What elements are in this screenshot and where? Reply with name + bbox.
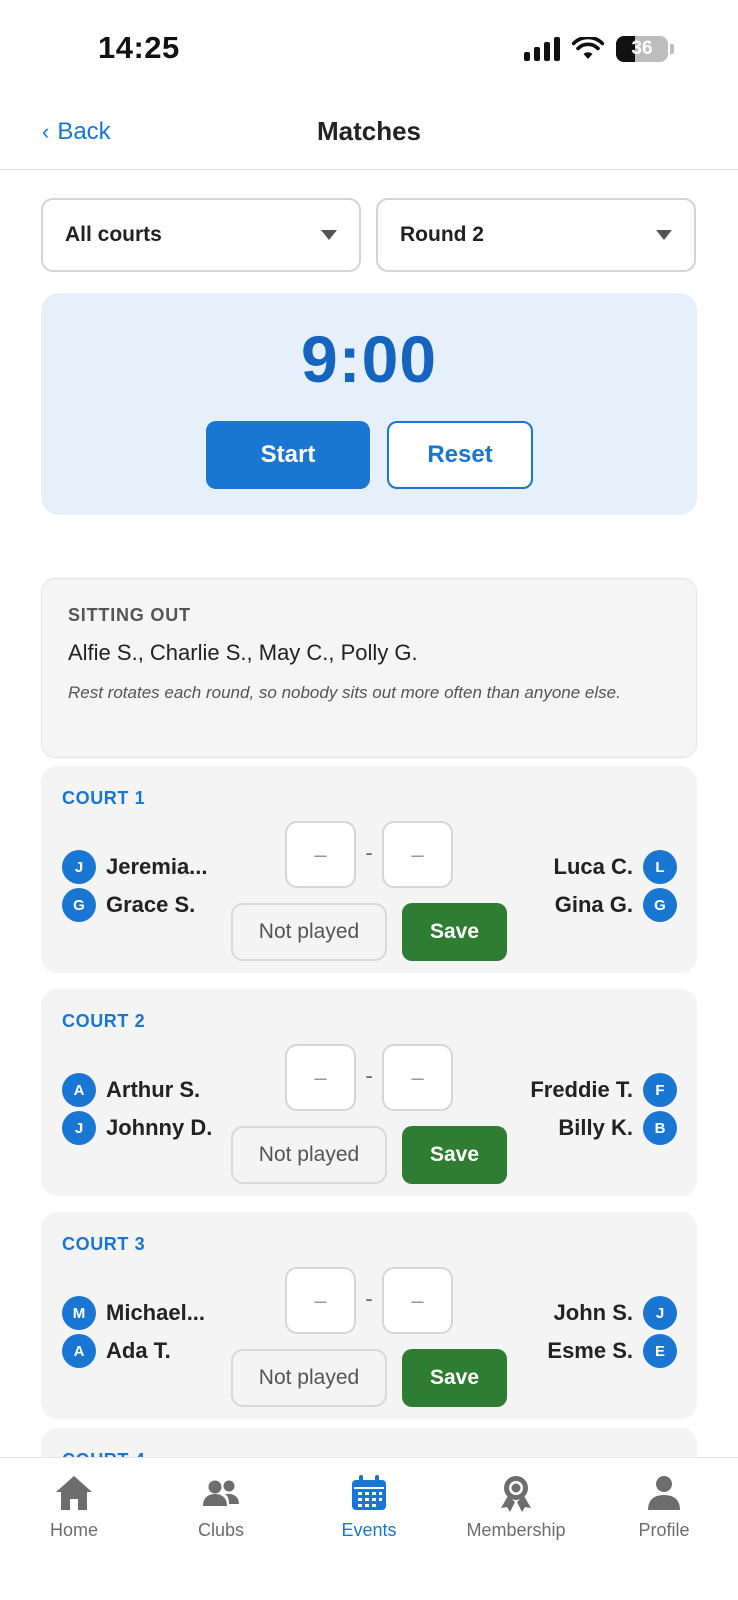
player-name: Grace S. [106,892,196,917]
tab-clubs[interactable]: Clubs [147,1472,295,1541]
score-input-team-b[interactable]: – [382,1044,453,1111]
court-title: COURT 2 [62,1011,146,1031]
player-left-1: J Jeremia... [62,850,208,884]
avatar: B [643,1111,677,1145]
score-input-team-a[interactable]: – [285,821,356,888]
nav-header: ‹ Back Matches [0,96,738,170]
player-name: John S. [553,1300,633,1325]
start-button[interactable]: Start [206,421,370,489]
tab-label: Events [341,1520,397,1540]
avatar: G [62,888,96,922]
player-name: Billy K. [558,1115,633,1140]
court-title: COURT 3 [62,1234,146,1254]
player-right-1: Luca C. L [554,850,677,884]
avatar: J [643,1296,677,1330]
tab-label: Profile [638,1520,690,1540]
player-name: Esme S. [547,1338,633,1363]
battery-icon: 36 [616,36,668,62]
timer-display: 9:00 [300,322,438,396]
avatar: G [643,888,677,922]
calendar-icon [352,1475,386,1510]
save-button[interactable]: Save [402,1349,507,1407]
court-title: COURT 1 [62,788,146,808]
person-icon [648,1476,680,1510]
people-icon [203,1480,239,1506]
status-time: 14:25 [98,30,180,65]
award-icon [501,1476,531,1512]
player-left-2: A Ada T. [62,1334,171,1368]
status-bar: 14:25 36 [0,0,738,96]
court-card: COURT 3 M Michael... A Ada T. – - – John… [41,1212,697,1419]
tab-label: Membership [466,1520,566,1540]
player-name: Arthur S. [106,1077,201,1102]
player-right-1: John S. J [554,1296,677,1330]
player-name: Jeremia... [106,854,208,879]
player-left-2: G Grace S. [62,888,195,922]
home-icon [56,1476,92,1510]
sitting-out-note: Rest rotates each round, so nobody sits … [68,683,621,702]
court-filter-value: All courts [65,223,162,246]
cellular-signal-icon [524,37,560,61]
avatar: J [62,1111,96,1145]
avatar: M [62,1296,96,1330]
avatar: A [62,1073,96,1107]
battery-level: 36 [631,38,653,59]
court-card: COURT 2 A Arthur S. J Johnny D. – - – Fr… [41,989,697,1196]
court-filter-select[interactable]: All courts [41,198,361,272]
sitting-out-names: Alfie S., Charlie S., May C., Polly G. [68,640,418,665]
tab-events[interactable]: Events [295,1472,443,1541]
tab-membership[interactable]: Membership [442,1472,590,1541]
player-left-2: J Johnny D. [62,1111,212,1145]
player-right-2: Esme S. E [547,1334,677,1368]
tab-label: Home [49,1520,98,1540]
caret-down-icon [656,230,672,240]
not-played-button[interactable]: Not played [231,903,387,961]
avatar: L [643,850,677,884]
player-name: Gina G. [554,892,633,917]
tab-home[interactable]: Home [0,1472,148,1541]
sitting-out-heading: SITTING OUT [68,605,191,625]
reset-button[interactable]: Reset [387,421,533,489]
avatar: E [643,1334,677,1368]
tab-label: Clubs [197,1520,245,1540]
score-separator: - [365,1063,373,1088]
score-separator: - [365,1286,373,1311]
court-card: COURT 1 J Jeremia... G Grace S. – - – Lu… [41,766,697,973]
status-icons: 36 [524,36,674,62]
player-name: Freddie T. [530,1077,633,1102]
player-left-1: M Michael... [62,1296,205,1330]
save-button[interactable]: Save [402,903,507,961]
round-filter-value: Round 2 [400,223,484,246]
player-name: Johnny D. [106,1115,213,1140]
tab-bar: Home Clubs Events Membership Profile [0,1457,738,1600]
sitting-out-card: SITTING OUT Alfie S., Charlie S., May C.… [41,578,697,758]
page-title: Matches [316,116,422,146]
tab-profile[interactable]: Profile [590,1472,738,1541]
player-right-1: Freddie T. F [530,1073,677,1107]
not-played-button[interactable]: Not played [231,1126,387,1184]
score-input-team-a[interactable]: – [285,1044,356,1111]
player-name: Michael... [106,1300,206,1325]
player-name: Ada T. [106,1338,171,1363]
timer-card: 9:00 Start Reset [41,293,697,515]
player-right-2: Billy K. B [558,1111,677,1145]
avatar: F [643,1073,677,1107]
avatar: A [62,1334,96,1368]
player-left-1: A Arthur S. [62,1073,200,1107]
score-input-team-a[interactable]: – [285,1267,356,1334]
round-filter-select[interactable]: Round 2 [376,198,696,272]
save-button[interactable]: Save [402,1126,507,1184]
wifi-icon [572,37,604,59]
not-played-button[interactable]: Not played [231,1349,387,1407]
score-input-team-b[interactable]: – [382,821,453,888]
avatar: J [62,850,96,884]
score-input-team-b[interactable]: – [382,1267,453,1334]
score-separator: - [365,840,373,865]
caret-down-icon [321,230,337,240]
battery-tip [670,44,674,54]
player-name: Luca C. [553,854,633,879]
player-right-2: Gina G. G [555,888,677,922]
